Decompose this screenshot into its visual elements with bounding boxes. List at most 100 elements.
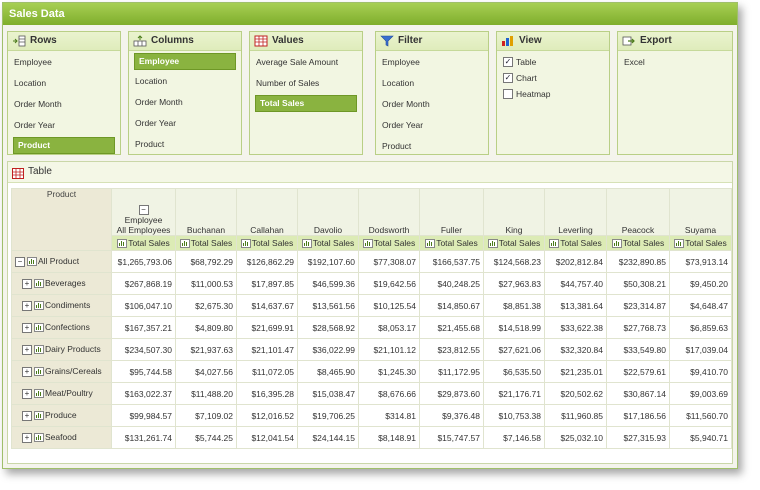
table-cell: $23,314.87	[606, 294, 670, 317]
expand-icon[interactable]: +	[22, 410, 32, 421]
measure-header[interactable]: Total Sales	[483, 235, 545, 251]
measure-header[interactable]: Total Sales	[175, 235, 237, 251]
columns-panel-header: Columns	[129, 32, 241, 51]
checkbox-checked-icon[interactable]: ✓	[503, 73, 513, 83]
field-item[interactable]: Number of Sales	[250, 74, 362, 93]
field-item[interactable]: Order Year	[8, 116, 120, 135]
field-item[interactable]: Location	[8, 74, 120, 93]
column-header[interactable]: Suyama	[669, 188, 732, 236]
all-employees-header[interactable]: − Employee All Employees	[111, 188, 176, 236]
table-cell: $16,395.28	[236, 382, 298, 405]
measure-bar-icon	[34, 367, 44, 377]
table-cell: $4,809.80	[175, 316, 237, 339]
view-option[interactable]: ✓ Chart	[497, 70, 609, 86]
table-cell: $1,245.30	[358, 360, 420, 383]
field-item[interactable]: Order Month	[8, 95, 120, 114]
field-item[interactable]: Order Month	[376, 95, 488, 114]
column-header[interactable]: Peacock	[606, 188, 670, 236]
row-header[interactable]: − All Product	[11, 250, 112, 273]
field-item[interactable]: Employee	[376, 53, 488, 72]
measure-bar-icon	[34, 389, 44, 399]
field-item[interactable]: Employee	[8, 53, 120, 72]
table-cell: $202,812.84	[544, 250, 607, 273]
table-section-header: Table	[8, 162, 732, 183]
values-grid-icon	[254, 35, 268, 47]
view-option[interactable]: Heatmap	[497, 86, 609, 102]
row-header[interactable]: + Seafood	[11, 426, 112, 449]
expand-icon[interactable]: +	[22, 278, 32, 289]
measure-header[interactable]: Total Sales	[236, 235, 298, 251]
field-item[interactable]: Location	[376, 74, 488, 93]
table-cell: $9,376.48	[419, 404, 484, 427]
collapse-icon[interactable]: −	[138, 205, 149, 215]
measure-bar-icon	[549, 239, 560, 249]
checkbox-checked-icon[interactable]: ✓	[503, 57, 513, 67]
field-item[interactable]: Order Year	[129, 114, 241, 133]
sales-data-window: Sales Data Rows Employee Location Order Mo…	[2, 2, 738, 469]
measure-header[interactable]: Total Sales	[111, 235, 176, 251]
field-item[interactable]: Employee	[134, 53, 236, 70]
field-item[interactable]: Total Sales	[255, 95, 357, 112]
field-item[interactable]: Average Sale Amount	[250, 53, 362, 72]
export-panel-header: Export	[618, 32, 732, 51]
table-cell: $33,549.80	[606, 338, 670, 361]
table-row: + Dairy Products $234,507.30 $21,937.63 $21,…	[11, 338, 732, 361]
table-cell: $166,537.75	[419, 250, 484, 273]
field-item[interactable]: Product	[13, 137, 115, 154]
table-cell: $2,675.30	[175, 294, 237, 317]
view-option[interactable]: ✓ Table	[497, 54, 609, 70]
table-cell: $21,176.71	[483, 382, 545, 405]
row-header[interactable]: + Produce	[11, 404, 112, 427]
values-panel-header: Values	[250, 32, 362, 51]
column-header[interactable]: Buchanan	[175, 188, 237, 236]
table-cell: $13,561.56	[297, 294, 359, 317]
field-item[interactable]: Location	[129, 72, 241, 91]
row-header[interactable]: + Confections	[11, 316, 112, 339]
measure-bar-icon	[179, 239, 190, 249]
table-cell: $50,308.21	[606, 272, 670, 295]
column-header[interactable]: King	[483, 188, 545, 236]
row-header[interactable]: + Meat/Poultry	[11, 382, 112, 405]
checkbox-unchecked-icon[interactable]	[503, 89, 513, 99]
table-row: + Beverages $267,868.19 $11,000.53 $17,897.8…	[11, 272, 732, 295]
row-header[interactable]: + Beverages	[11, 272, 112, 295]
table-cell: $19,642.56	[358, 272, 420, 295]
table-cell: $8,851.38	[483, 294, 545, 317]
column-header[interactable]: Davolio	[297, 188, 359, 236]
table-cell: $5,940.71	[669, 426, 732, 449]
row-header[interactable]: + Grains/Cereals	[11, 360, 112, 383]
expand-icon[interactable]: +	[22, 388, 32, 399]
columns-panel: Columns Employee Location Order Month Order…	[128, 31, 242, 155]
expand-icon[interactable]: +	[22, 300, 32, 311]
table-cell: $33,622.38	[544, 316, 607, 339]
table-cell: $167,357.21	[111, 316, 176, 339]
column-header[interactable]: Callahan	[236, 188, 298, 236]
collapse-icon[interactable]: −	[15, 256, 25, 267]
field-item[interactable]: Order Year	[376, 116, 488, 135]
field-item[interactable]: Order Month	[129, 93, 241, 112]
table-cell: $11,960.85	[544, 404, 607, 427]
measure-header[interactable]: Total Sales	[544, 235, 607, 251]
column-header[interactable]: Fuller	[419, 188, 484, 236]
measure-header[interactable]: Total Sales	[297, 235, 359, 251]
field-item[interactable]: Product	[129, 135, 241, 154]
column-header[interactable]: Dodsworth	[358, 188, 420, 236]
expand-icon[interactable]: +	[22, 432, 32, 443]
table-cell: $9,450.20	[669, 272, 732, 295]
measure-header[interactable]: Total Sales	[358, 235, 420, 251]
expand-icon[interactable]: +	[22, 344, 32, 355]
field-item[interactable]: Product	[376, 137, 488, 156]
filter-panel-header: Filter	[376, 32, 488, 51]
measure-header[interactable]: Total Sales	[419, 235, 484, 251]
measure-header[interactable]: Total Sales	[669, 235, 732, 251]
table-cell: $77,308.07	[358, 250, 420, 273]
table-cell: $232,890.85	[606, 250, 670, 273]
field-item[interactable]: Excel	[618, 53, 732, 72]
expand-icon[interactable]: +	[22, 322, 32, 333]
expand-icon[interactable]: +	[22, 366, 32, 377]
row-header[interactable]: + Dairy Products	[11, 338, 112, 361]
measure-header[interactable]: Total Sales	[606, 235, 670, 251]
column-header[interactable]: Leverling	[544, 188, 607, 236]
table-cell: $131,261.74	[111, 426, 176, 449]
row-header[interactable]: + Condiments	[11, 294, 112, 317]
